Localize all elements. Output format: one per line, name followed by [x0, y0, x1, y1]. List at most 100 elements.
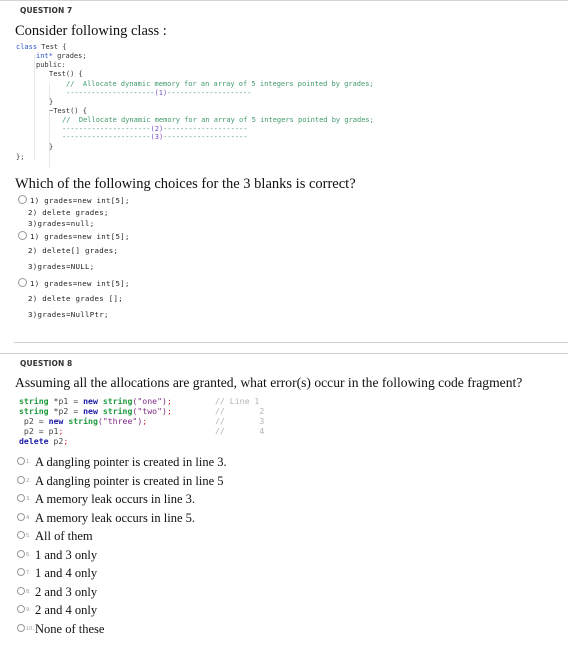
option-text: 2 and 4 only	[35, 603, 98, 617]
code-semicolon: ;	[58, 426, 64, 436]
question-7-prompt: Consider following class :	[15, 23, 167, 39]
option-number: 7.	[26, 570, 31, 576]
option-number: 4.	[26, 515, 31, 521]
code-op: =	[68, 406, 84, 416]
code-type: string	[19, 406, 49, 416]
code-var: p2 =	[19, 416, 49, 426]
q7-option-a-line-2: 2) delete grades;	[28, 208, 109, 217]
option-number: 10.	[26, 626, 34, 632]
code-type: string	[102, 406, 133, 416]
blank-marker: (2)	[150, 125, 164, 133]
option-text: 1) grades=new int[5];	[30, 232, 130, 241]
code-semicolon: ;	[166, 396, 172, 406]
radio-button[interactable]	[18, 278, 27, 287]
code-line-5: delete p2;	[19, 436, 68, 447]
option-number: 9.	[26, 607, 31, 613]
option-number: 1.	[26, 459, 31, 465]
blank-marker: (3)	[150, 133, 164, 141]
code-op: =	[68, 396, 84, 406]
q7-option-a-line-1: 1) grades=new int[5];	[18, 195, 130, 205]
code-blank-3: ---------------------(3)----------------…	[62, 133, 247, 143]
q8-option-7[interactable]: 7. 1 and 4 only	[17, 566, 97, 581]
option-text: 1) grades=new int[5];	[30, 279, 130, 288]
q7-option-c-line-2: 2) delete grades [];	[28, 294, 123, 303]
code-comment: // 4	[215, 426, 265, 436]
dash-line: ---------------------	[62, 133, 151, 141]
code-line: Test() {	[49, 70, 83, 78]
code-string: ("two")	[132, 406, 167, 416]
indent-guide	[49, 112, 50, 168]
option-text: 1 and 4 only	[35, 566, 98, 580]
dash-line: ---------------------	[62, 125, 151, 133]
q8-option-10[interactable]: 10.None of these	[17, 622, 104, 637]
code-blank-1: ---------------------(1)----------------…	[66, 89, 251, 99]
code-var: *p1	[53, 396, 69, 406]
code-type: string	[68, 416, 98, 426]
code-text: Test {	[37, 43, 67, 51]
question-8-prompt: Assuming all the allocations are granted…	[15, 375, 523, 390]
code-line: }	[49, 143, 54, 151]
radio-button[interactable]	[17, 624, 25, 632]
option-number: 8.	[26, 589, 31, 595]
code-var: p2 = p1	[19, 426, 59, 436]
q8-option-4[interactable]: 4. A memory leak occurs in line 5.	[17, 511, 195, 526]
question-7-label: QUESTION 7	[20, 6, 73, 15]
radio-button[interactable]	[18, 231, 27, 240]
option-text: A memory leak occurs in line 5.	[35, 511, 196, 525]
dash-line: --------------------	[163, 125, 248, 133]
code-string: ("three")	[97, 416, 143, 426]
radio-button[interactable]	[18, 195, 27, 204]
q8-option-3[interactable]: 3. A memory leak occurs in line 3.	[17, 492, 195, 507]
radio-button[interactable]	[17, 494, 25, 502]
code-semicolon: ;	[142, 416, 148, 426]
q7-option-c-line-3: 3)grades=NullPtr;	[28, 310, 109, 319]
q7-option-a-line-3: 3)grades=null;	[28, 219, 95, 228]
radio-button[interactable]	[17, 531, 25, 539]
q8-option-9[interactable]: 9. 2 and 4 only	[17, 603, 97, 618]
option-text: A memory leak occurs in line 3.	[35, 492, 196, 506]
radio-button[interactable]	[17, 457, 25, 465]
option-number: 2.	[26, 478, 31, 484]
q8-option-5[interactable]: 5. All of them	[17, 529, 93, 544]
code-string: ("one")	[132, 396, 167, 406]
code-keyword: delete	[19, 436, 49, 446]
code-var: *p2	[53, 406, 69, 416]
q8-option-1[interactable]: 1. A dangling pointer is created in line …	[17, 455, 227, 470]
radio-button[interactable]	[17, 513, 25, 521]
code-type: string	[19, 396, 49, 406]
question-7-question: Which of the following choices for the 3…	[15, 176, 356, 192]
option-text: All of them	[35, 529, 93, 543]
dash-line: --------------------	[167, 89, 252, 97]
code-var: p2	[48, 436, 64, 446]
indent-guide	[34, 55, 35, 160]
code-keyword: new	[83, 406, 98, 416]
question-8-label: QUESTION 8	[20, 359, 73, 368]
top-divider	[0, 0, 568, 1]
option-text: A dangling pointer is created in line 3.	[35, 455, 227, 469]
q8-option-8[interactable]: 8. 2 and 3 only	[17, 585, 97, 600]
code-text: grades;	[52, 52, 87, 60]
option-number: 3.	[26, 496, 31, 502]
code-keyword: int*	[36, 52, 53, 60]
code-type: string	[102, 396, 133, 406]
radio-button[interactable]	[17, 568, 25, 576]
q7-option-c-line-1: 1) grades=new int[5];	[18, 278, 130, 288]
code-line: };	[16, 153, 25, 161]
radio-button[interactable]	[17, 550, 25, 558]
q7-option-b-line-3: 3)grades=NULL;	[28, 262, 95, 271]
option-text: None of these	[35, 622, 105, 636]
option-number: 6.	[26, 552, 31, 558]
q7-option-b-line-1: 1) grades=new int[5];	[18, 231, 130, 241]
option-number: 5.	[26, 533, 31, 539]
q8-option-6[interactable]: 6. 1 and 3 only	[17, 548, 97, 563]
question-divider	[14, 342, 568, 343]
q7-option-b-line-2: 2) delete[] grades;	[28, 246, 119, 255]
option-text: 2 and 3 only	[35, 585, 98, 599]
radio-button[interactable]	[17, 476, 25, 484]
dash-line: --------------------	[163, 133, 248, 141]
dash-line: ---------------------	[66, 89, 155, 97]
code-keyword: new	[83, 396, 98, 406]
radio-button[interactable]	[17, 605, 25, 613]
radio-button[interactable]	[17, 587, 25, 595]
q8-option-2[interactable]: 2. A dangling pointer is created in line …	[17, 474, 224, 489]
